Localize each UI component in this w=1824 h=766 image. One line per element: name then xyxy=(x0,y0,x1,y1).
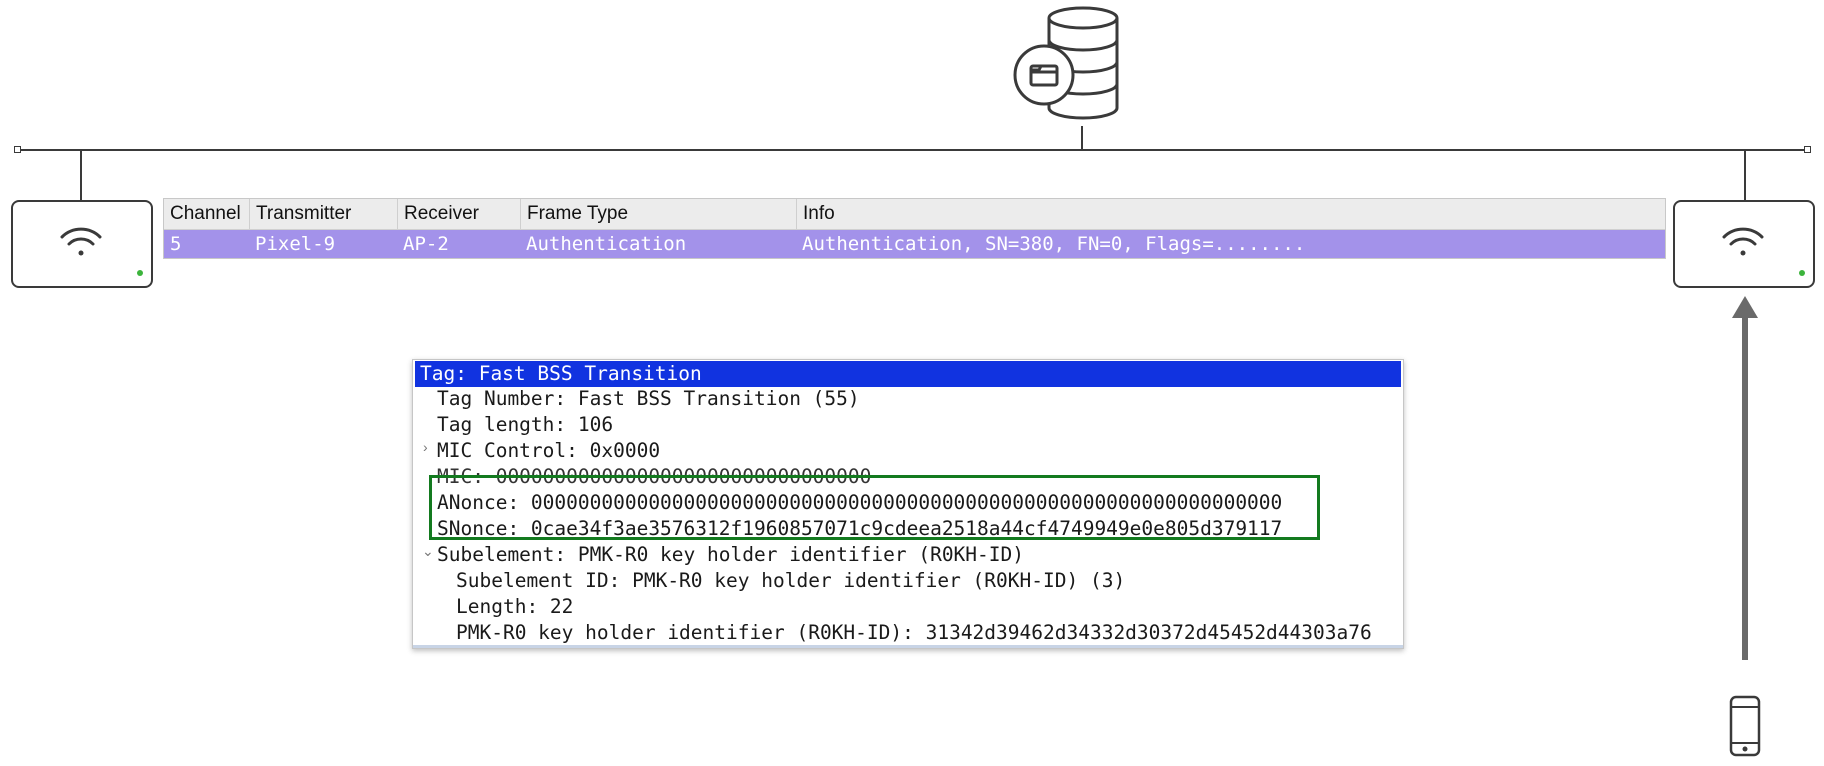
database-server-icon xyxy=(1012,4,1122,128)
cell-info: Authentication, SN=380, FN=0, Flags=....… xyxy=(802,233,1306,255)
nonce-highlight-box xyxy=(429,475,1320,540)
ap-left-link xyxy=(80,150,82,200)
status-led xyxy=(1799,270,1805,276)
cell-frame-type: Authentication xyxy=(526,233,687,255)
packet-row-selected[interactable]: 5 Pixel-9 AP-2 Authentication Authentica… xyxy=(164,230,1665,258)
wifi-icon xyxy=(60,227,102,256)
status-led xyxy=(137,270,143,276)
column-header-frame-type[interactable]: Frame Type xyxy=(520,199,796,229)
cell-channel: 5 xyxy=(170,233,182,255)
detail-line-length[interactable]: Length: 22 xyxy=(456,594,573,620)
detail-line-selected[interactable]: Tag: Fast BSS Transition xyxy=(415,361,1401,387)
detail-line-mic-control[interactable]: MIC Control: 0x0000 xyxy=(437,438,660,464)
pane-bottom-rule xyxy=(413,645,1403,648)
ap-right-link xyxy=(1744,150,1746,200)
detail-line-tag-number[interactable]: Tag Number: Fast BSS Transition (55) xyxy=(437,386,860,412)
packet-list-header: Channel Transmitter Receiver Frame Type … xyxy=(164,199,1665,230)
packet-list: Channel Transmitter Receiver Frame Type … xyxy=(163,198,1666,259)
smartphone-icon xyxy=(1729,695,1761,757)
detail-line-subelement[interactable]: Subelement: PMK-R0 key holder identifier… xyxy=(437,542,1024,568)
column-header-receiver[interactable]: Receiver xyxy=(397,199,520,229)
server-link xyxy=(1081,126,1083,150)
access-point-right xyxy=(1673,200,1815,288)
column-header-channel[interactable]: Channel xyxy=(164,199,249,229)
cell-transmitter: Pixel-9 xyxy=(255,233,336,255)
access-point-left xyxy=(11,200,153,288)
detail-line-subelement-id[interactable]: Subelement ID: PMK-R0 key holder identif… xyxy=(456,568,1125,594)
network-backbone xyxy=(18,149,1808,151)
collapse-arrow-icon[interactable]: ⌄ xyxy=(422,543,434,560)
backbone-endpoint-right xyxy=(1804,146,1811,153)
wifi-icon xyxy=(1722,227,1764,256)
backbone-endpoint-left xyxy=(14,146,21,153)
column-header-transmitter[interactable]: Transmitter xyxy=(249,199,397,229)
detail-line-tag-length[interactable]: Tag length: 106 xyxy=(437,412,613,438)
cell-receiver: AP-2 xyxy=(403,233,449,255)
detail-line-r0kh-id[interactable]: PMK-R0 key holder identifier (R0KH-ID): … xyxy=(456,620,1372,646)
expand-arrow-icon[interactable]: › xyxy=(423,439,428,455)
up-arrow-icon xyxy=(1732,296,1758,666)
column-header-info[interactable]: Info xyxy=(796,199,1665,229)
